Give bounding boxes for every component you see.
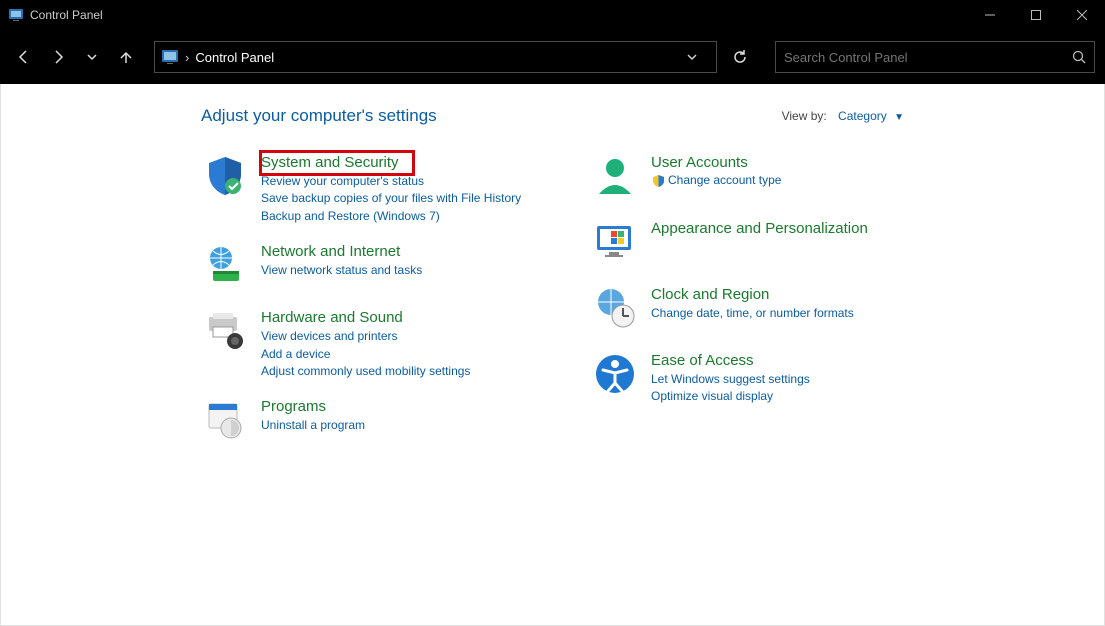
up-button[interactable] bbox=[112, 43, 140, 71]
view-by-value: Category bbox=[838, 109, 887, 123]
navigation-toolbar: › Control Panel bbox=[0, 30, 1105, 84]
accessibility-icon bbox=[591, 352, 639, 400]
window-titlebar: Control Panel bbox=[0, 0, 1105, 30]
shield-icon bbox=[201, 154, 249, 202]
hardware-and-sound-link[interactable]: Hardware and Sound bbox=[261, 309, 403, 326]
change-date-time-formats-link[interactable]: Change date, time, or number formats bbox=[651, 305, 941, 322]
monitor-appearance-icon bbox=[591, 220, 639, 268]
uninstall-program-link[interactable]: Uninstall a program bbox=[261, 417, 551, 434]
view-by-label: View by: bbox=[782, 109, 827, 123]
forward-button[interactable] bbox=[44, 43, 72, 71]
close-button[interactable] bbox=[1059, 0, 1105, 30]
category-column-right: User Accounts Change account type Appear… bbox=[591, 154, 941, 464]
network-and-internet-link[interactable]: Network and Internet bbox=[261, 243, 400, 260]
view-network-status-link[interactable]: View network status and tasks bbox=[261, 262, 551, 279]
backup-restore-link[interactable]: Backup and Restore (Windows 7) bbox=[261, 208, 551, 225]
breadcrumb-control-panel[interactable]: Control Panel bbox=[195, 50, 274, 65]
ease-of-access-link[interactable]: Ease of Access bbox=[651, 352, 754, 369]
optimize-visual-display-link[interactable]: Optimize visual display bbox=[651, 388, 941, 405]
category-ease-of-access: Ease of Access Let Windows suggest setti… bbox=[591, 352, 941, 406]
view-by-selector[interactable]: View by: Category ▼ bbox=[782, 109, 904, 123]
category-appearance: Appearance and Personalization bbox=[591, 220, 941, 268]
view-devices-printers-link[interactable]: View devices and printers bbox=[261, 328, 551, 345]
review-status-link[interactable]: Review your computer's status bbox=[261, 173, 551, 190]
globe-network-icon bbox=[201, 243, 249, 291]
mobility-settings-link[interactable]: Adjust commonly used mobility settings bbox=[261, 363, 551, 380]
user-icon bbox=[591, 154, 639, 202]
category-clock-and-region: Clock and Region Change date, time, or n… bbox=[591, 286, 941, 334]
user-accounts-link[interactable]: User Accounts bbox=[651, 154, 748, 171]
windows-suggest-settings-link[interactable]: Let Windows suggest settings bbox=[651, 371, 941, 388]
maximize-button[interactable] bbox=[1013, 0, 1059, 30]
appearance-personalization-link[interactable]: Appearance and Personalization bbox=[651, 220, 868, 237]
search-input[interactable] bbox=[784, 50, 1072, 65]
page-heading: Adjust your computer's settings bbox=[201, 106, 782, 126]
refresh-button[interactable] bbox=[723, 41, 757, 73]
category-hardware-and-sound: Hardware and Sound View devices and prin… bbox=[201, 309, 551, 380]
category-system-and-security: System and Security Review your computer… bbox=[201, 154, 551, 225]
back-button[interactable] bbox=[10, 43, 38, 71]
file-history-link[interactable]: Save backup copies of your files with Fi… bbox=[261, 190, 551, 207]
recent-locations-button[interactable] bbox=[78, 43, 106, 71]
minimize-button[interactable] bbox=[967, 0, 1013, 30]
category-programs: Programs Uninstall a program bbox=[201, 398, 551, 446]
search-icon[interactable] bbox=[1072, 50, 1086, 64]
control-panel-app-icon bbox=[8, 7, 24, 23]
printer-camera-icon bbox=[201, 309, 249, 357]
address-bar[interactable]: › Control Panel bbox=[154, 41, 717, 73]
category-user-accounts: User Accounts Change account type bbox=[591, 154, 941, 202]
category-network-and-internet: Network and Internet View network status… bbox=[201, 243, 551, 291]
chevron-down-icon: ▼ bbox=[894, 112, 904, 123]
control-panel-icon bbox=[161, 48, 179, 66]
change-account-type-link[interactable]: Change account type bbox=[668, 173, 781, 187]
system-and-security-link[interactable]: System and Security bbox=[261, 154, 399, 171]
search-box[interactable] bbox=[775, 41, 1095, 73]
uac-shield-icon bbox=[651, 174, 665, 188]
add-device-link[interactable]: Add a device bbox=[261, 346, 551, 363]
programs-link[interactable]: Programs bbox=[261, 398, 326, 415]
programs-icon bbox=[201, 398, 249, 446]
breadcrumb-separator-icon[interactable]: › bbox=[185, 50, 189, 65]
clock-globe-icon bbox=[591, 286, 639, 334]
clock-and-region-link[interactable]: Clock and Region bbox=[651, 286, 769, 303]
content-area: Adjust your computer's settings View by:… bbox=[0, 84, 1105, 626]
category-column-left: System and Security Review your computer… bbox=[201, 154, 551, 464]
address-dropdown-button[interactable] bbox=[686, 51, 710, 63]
window-title: Control Panel bbox=[30, 8, 103, 22]
